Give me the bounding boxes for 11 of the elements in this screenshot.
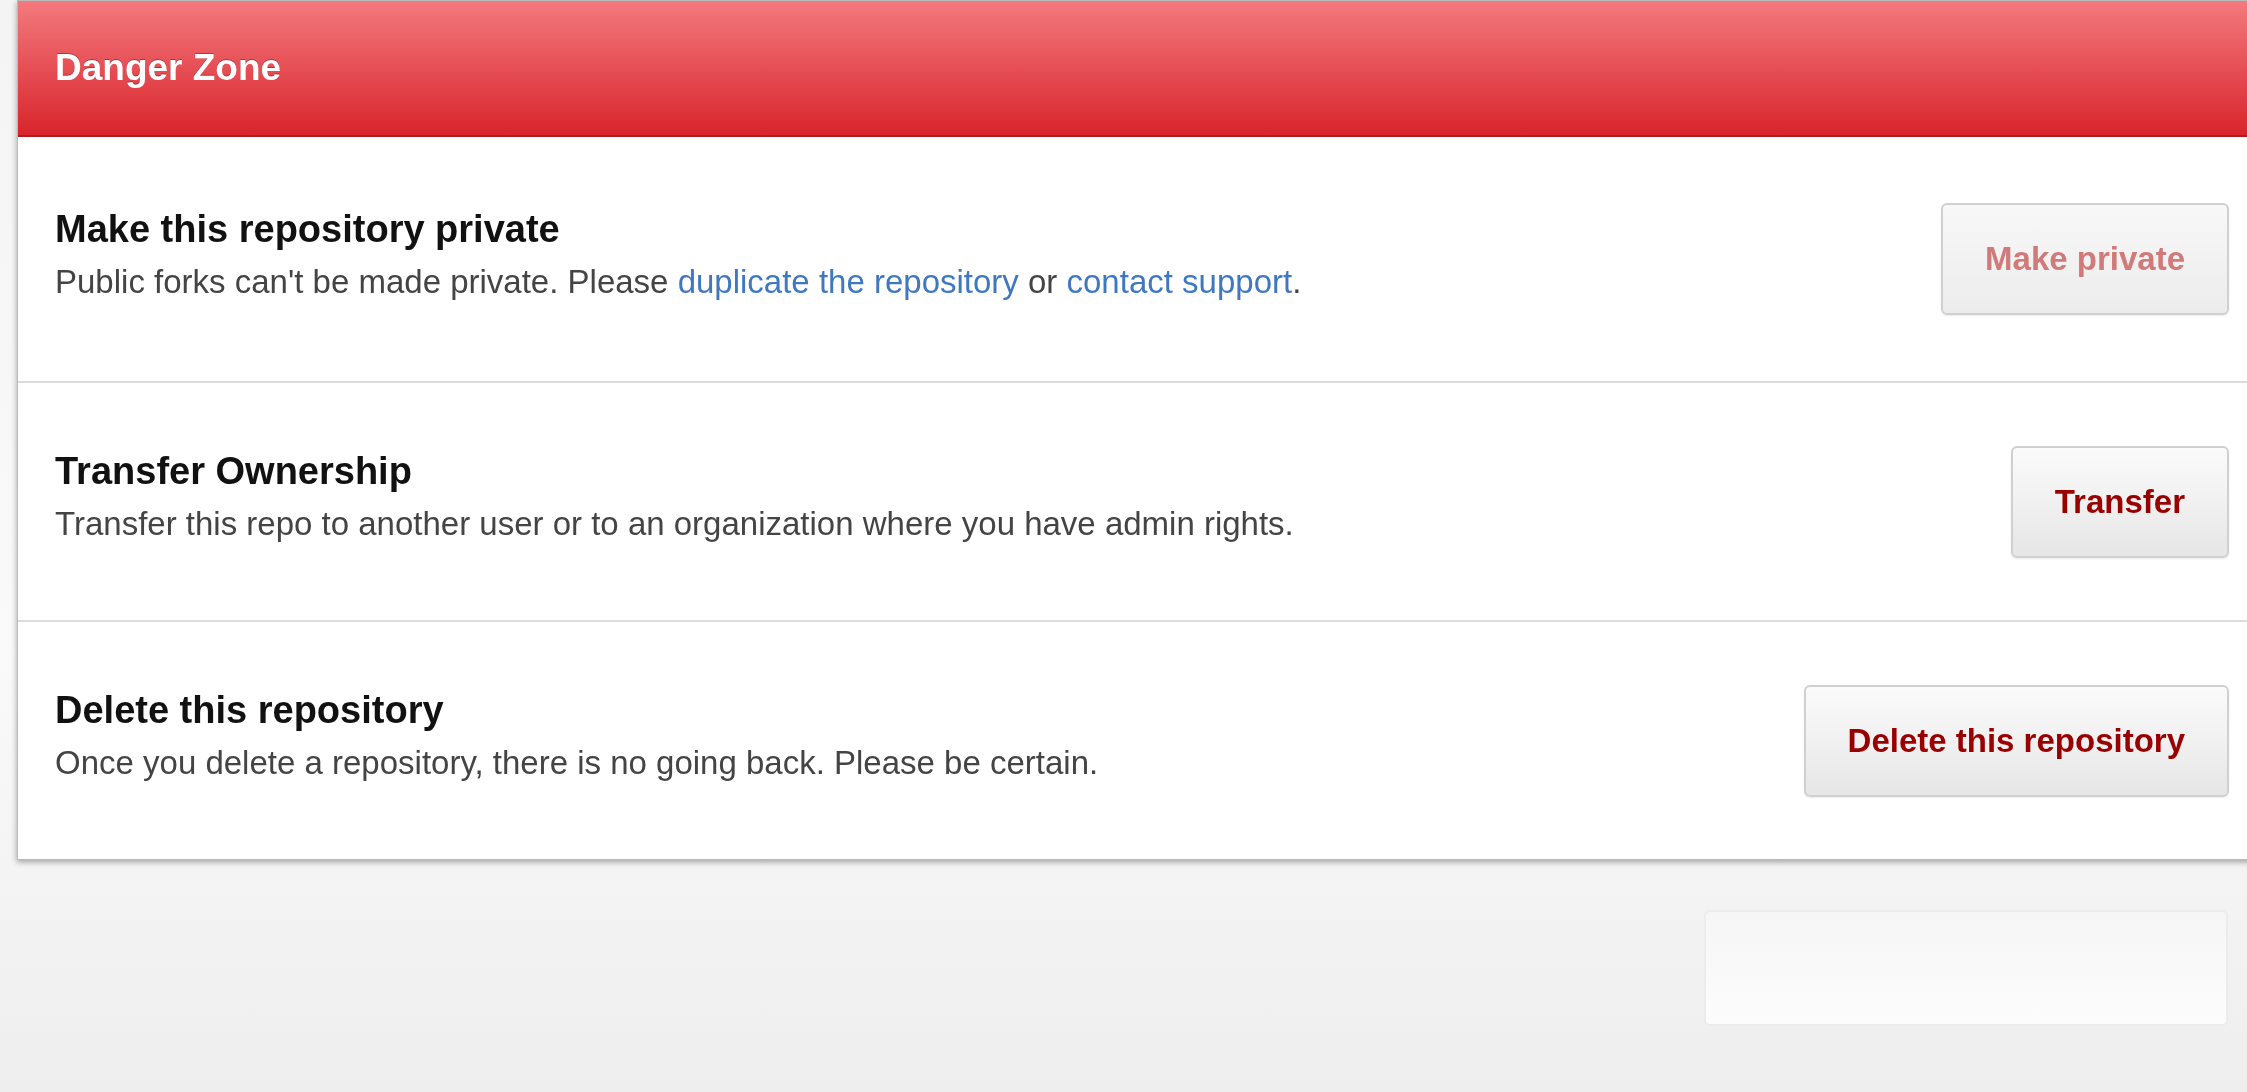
setting-description: Transfer this repo to another user or to an organization where you have admin rights. bbox=[55, 505, 1294, 543]
link[interactable]: contact support bbox=[1066, 262, 1293, 300]
setting-description: Once you delete a repository, there is no going back. Please be certain. bbox=[55, 744, 1099, 782]
setting-description: Public forks can't be made private. Please duplicate the repository or contact support. bbox=[55, 262, 1302, 301]
action-button[interactable]: Delete this repository bbox=[1803, 684, 2229, 797]
panel-title: Danger Zone bbox=[55, 47, 282, 89]
setting-title: Delete this repository bbox=[55, 689, 445, 732]
setting-title: Make this repository private bbox=[55, 207, 561, 251]
link[interactable]: duplicate the repository bbox=[677, 262, 1019, 300]
setting-title: Transfer Ownership bbox=[55, 450, 413, 493]
action-button[interactable]: Transfer bbox=[2010, 445, 2229, 558]
